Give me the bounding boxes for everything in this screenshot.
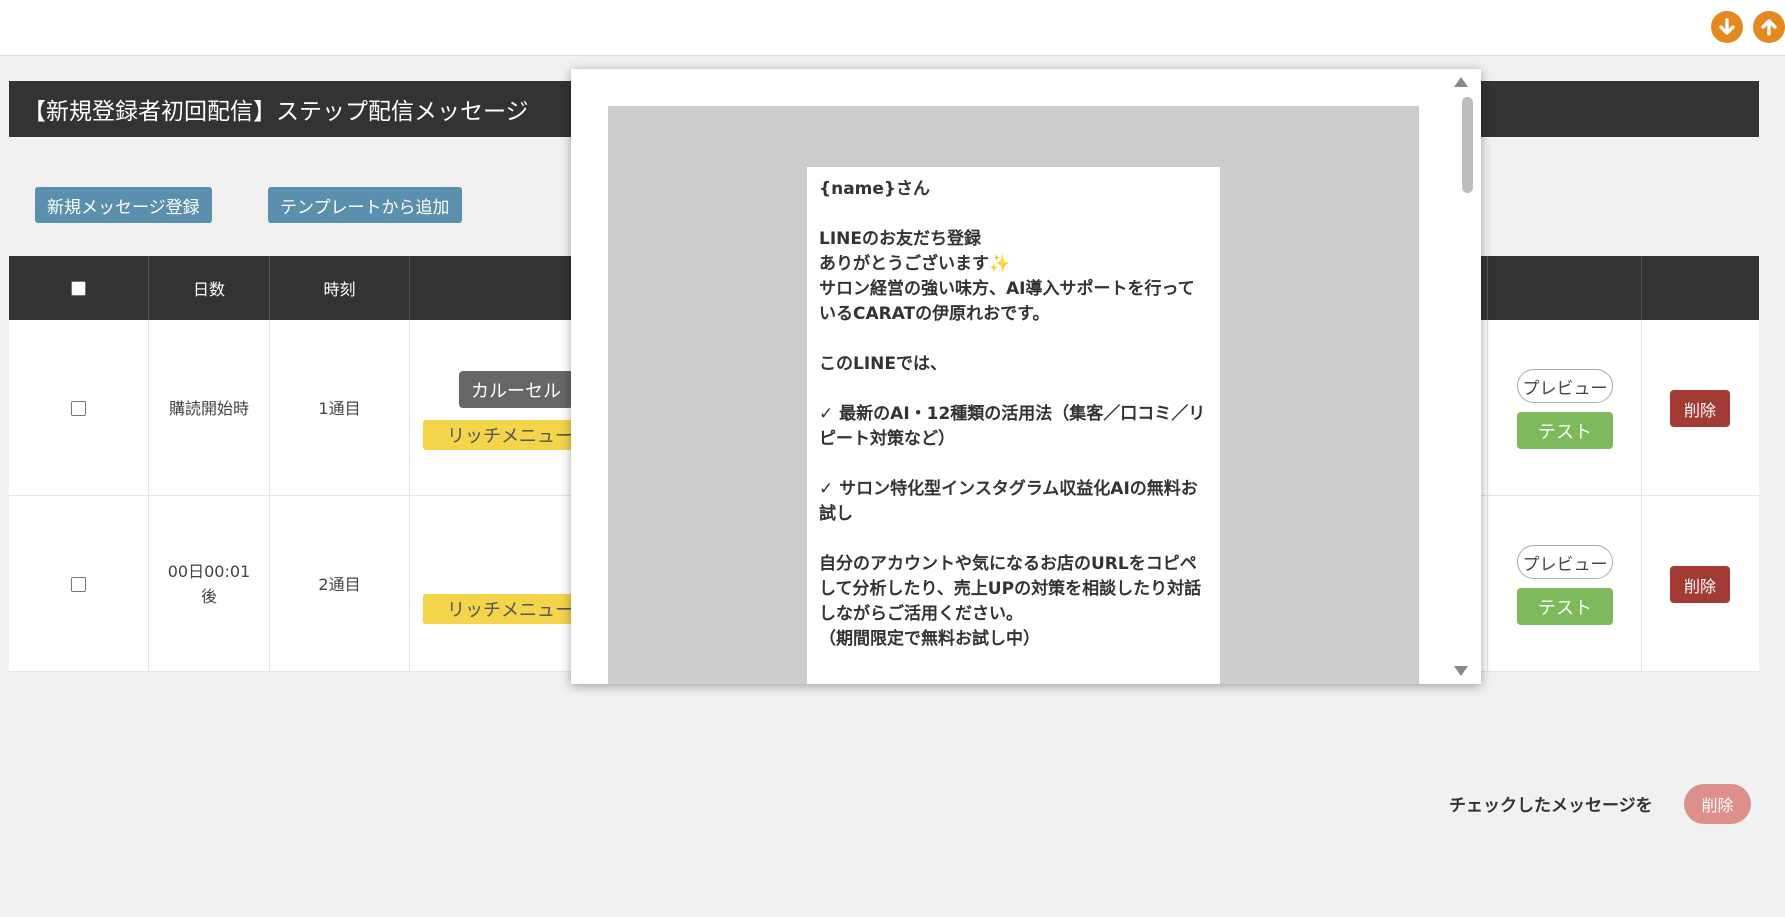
row-days: 購読開始時	[149, 320, 270, 496]
header-actions	[1488, 256, 1642, 320]
add-from-template-button[interactable]: テンプレートから追加	[268, 187, 462, 223]
row-time: 2通目	[270, 496, 410, 672]
preview-stage: {name}さん LINEのお友だち登録 ありがとうございます✨ サロン経営の強…	[608, 106, 1419, 684]
header-days: 日数	[149, 256, 270, 320]
delete-button[interactable]: 削除	[1670, 390, 1730, 427]
row-checkbox[interactable]	[71, 576, 86, 592]
scroll-up-icon[interactable]	[1454, 77, 1468, 87]
carousel-tag: カルーセル	[459, 371, 573, 408]
row-time: 1通目	[270, 320, 410, 496]
preview-button[interactable]: プレビュー	[1517, 369, 1613, 403]
row-days: 00日00:01 後	[149, 496, 270, 672]
rich-menu-tag: リッチメニュー	[423, 594, 583, 624]
rich-menu-tag: リッチメニュー	[423, 420, 583, 450]
preview-modal: {name}さん LINEのお友だち登録 ありがとうございます✨ サロン経営の強…	[571, 69, 1481, 684]
row-select-cell	[9, 496, 149, 672]
delete-button[interactable]: 削除	[1670, 566, 1730, 603]
header-delete	[1642, 256, 1759, 320]
header-select-all	[9, 256, 149, 320]
checked-messages-label: チェックしたメッセージを	[1449, 796, 1653, 816]
scrollbar-thumb[interactable]	[1462, 97, 1473, 193]
arrow-down-circle-icon[interactable]	[1711, 11, 1743, 43]
row-select-cell	[9, 320, 149, 496]
top-bar	[0, 0, 1785, 56]
scroll-down-icon[interactable]	[1454, 666, 1468, 676]
test-button[interactable]: テスト	[1517, 588, 1613, 625]
header-time: 時刻	[270, 256, 410, 320]
row-checkbox[interactable]	[71, 400, 86, 416]
arrow-up-circle-icon[interactable]	[1753, 11, 1785, 43]
preview-button[interactable]: プレビュー	[1517, 545, 1613, 579]
bulk-delete-button[interactable]: 削除	[1684, 784, 1751, 824]
message-bubble: {name}さん LINEのお友だち登録 ありがとうございます✨ サロン経営の強…	[807, 167, 1220, 684]
select-all-checkbox[interactable]	[71, 280, 86, 296]
new-message-button[interactable]: 新規メッセージ登録	[35, 187, 212, 223]
row-actions	[1488, 320, 1642, 496]
row-actions	[1488, 496, 1642, 672]
test-button[interactable]: テスト	[1517, 412, 1613, 449]
